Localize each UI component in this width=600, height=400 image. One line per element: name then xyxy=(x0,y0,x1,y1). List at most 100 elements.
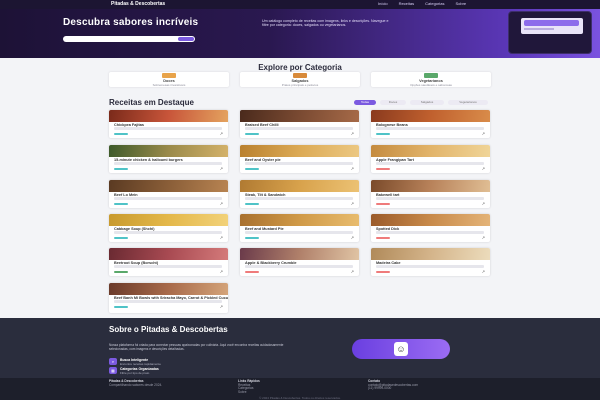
top-nav: Pitadas & Descobertas Início Receitas Ca… xyxy=(0,0,600,9)
recipe-category-tag xyxy=(114,203,128,205)
recipe-card[interactable]: Chickpea Fajitas ↗ xyxy=(109,110,228,138)
recipe-image xyxy=(371,145,490,157)
category-desc: Opções saudáveis e saborosas xyxy=(410,83,452,87)
recipe-description-placeholder xyxy=(114,162,222,165)
link-icon[interactable]: ↗ xyxy=(482,167,485,171)
link-icon[interactable]: ↗ xyxy=(351,132,354,136)
recipe-description-placeholder xyxy=(376,127,484,130)
nav-link-categorias[interactable]: Categorias xyxy=(425,1,444,6)
recipe-image xyxy=(109,248,228,260)
recipe-category-tag xyxy=(114,306,128,308)
recipe-image xyxy=(371,110,490,122)
recipe-description-placeholder xyxy=(114,265,222,268)
recipe-card[interactable]: Apple Frangipan Tart ↗ xyxy=(371,145,490,173)
search-button[interactable] xyxy=(178,37,194,41)
recipe-description-placeholder xyxy=(245,162,353,165)
recipe-image xyxy=(371,214,490,226)
recipe-card[interactable]: Bolognese Beans ↗ xyxy=(371,110,490,138)
footer-link[interactable]: Sobre xyxy=(238,390,260,395)
feature-desc: Encontre receitas rapidamente xyxy=(120,362,161,366)
category-icon xyxy=(162,73,176,78)
recipe-image xyxy=(109,283,228,295)
recipe-category-tag xyxy=(114,133,128,135)
recipe-description-placeholder xyxy=(376,197,484,200)
recipe-category-tag xyxy=(245,237,259,239)
link-icon[interactable]: ↗ xyxy=(351,270,354,274)
recipe-description-placeholder xyxy=(114,231,222,234)
link-icon[interactable]: ↗ xyxy=(482,270,485,274)
recipe-image xyxy=(109,180,228,192)
footer-phone: (11) 99999-0000 xyxy=(368,386,392,391)
link-icon[interactable]: ↗ xyxy=(482,132,485,136)
recipe-image xyxy=(240,214,359,226)
recipe-image xyxy=(371,180,490,192)
recipe-image xyxy=(109,110,228,122)
footer: Pitadas & Descobertas Compartilhando sab… xyxy=(0,378,600,400)
footer-col-links: Links Rápidos Receitas Categorias Sobre xyxy=(238,379,260,395)
recipe-category-tag xyxy=(376,271,390,273)
link-icon[interactable]: ↗ xyxy=(220,305,223,309)
recipe-card[interactable]: 15-minute chicken & halloumi burgers ↗ xyxy=(109,145,228,173)
filter-todas[interactable]: Todas xyxy=(354,100,376,105)
recipe-card[interactable]: Apple & Blackberry Crumble ↗ xyxy=(240,248,359,276)
nav-links: Início Receitas Categorias Sobre xyxy=(378,1,466,6)
recipe-description-placeholder xyxy=(114,127,222,130)
recipe-description-placeholder xyxy=(114,300,222,303)
link-icon[interactable]: ↗ xyxy=(220,236,223,240)
category-icon xyxy=(293,73,307,78)
link-icon[interactable]: ↗ xyxy=(351,167,354,171)
link-icon[interactable]: ↗ xyxy=(220,270,223,274)
link-icon[interactable]: ↗ xyxy=(482,202,485,206)
recipe-card[interactable]: Spotted Dick ↗ xyxy=(371,214,490,242)
link-icon[interactable]: ↗ xyxy=(482,236,485,240)
recipes-title: Receitas em Destaque xyxy=(109,98,194,107)
nav-link-sobre[interactable]: Sobre xyxy=(455,1,466,6)
recipe-image xyxy=(240,110,359,122)
recipe-category-tag xyxy=(376,203,390,205)
link-icon[interactable]: ↗ xyxy=(351,202,354,206)
recipe-description-placeholder xyxy=(376,265,484,268)
link-icon[interactable]: ↗ xyxy=(220,167,223,171)
search-input[interactable] xyxy=(63,36,195,42)
grid-icon: ▦ xyxy=(109,367,117,374)
filter-vegetarianos[interactable]: Vegetarianos xyxy=(448,100,488,105)
recipe-category-tag xyxy=(245,168,259,170)
recipe-description-placeholder xyxy=(376,162,484,165)
recipe-card[interactable]: Beef and Oyster pie ↗ xyxy=(240,145,359,173)
link-icon[interactable]: ↗ xyxy=(220,132,223,136)
copyright: © 2024 Pitadas & Descobertas. Todos os d… xyxy=(259,396,341,400)
recipe-card[interactable]: Madeira Cake ↗ xyxy=(371,248,490,276)
brand-logo[interactable]: Pitadas & Descobertas xyxy=(111,1,165,7)
filter-salgados[interactable]: Salgados xyxy=(410,100,444,105)
recipe-card[interactable]: Beef and Mustard Pie ↗ xyxy=(240,214,359,242)
recipe-card[interactable]: Bakewell tart ↗ xyxy=(371,180,490,208)
recipe-card[interactable]: Cabbage Soup (Shchi) ↗ xyxy=(109,214,228,242)
recipe-description-placeholder xyxy=(245,127,353,130)
nav-link-receitas[interactable]: Receitas xyxy=(399,1,415,6)
footer-brand-text: Compartilhando sabores desde 2024. xyxy=(109,382,163,387)
feature-smart-search: ⌕ Busca Inteligente Encontre receitas ra… xyxy=(109,358,259,366)
recipe-description-placeholder xyxy=(245,197,353,200)
hero-section: Descubra sabores incríveis Um catálogo c… xyxy=(0,9,600,58)
recipe-card[interactable]: Beetroot Soup (Borscht) ↗ xyxy=(109,248,228,276)
recipe-card[interactable]: Braised Beef Chilli ↗ xyxy=(240,110,359,138)
hero-preview-bar xyxy=(524,20,579,26)
feature-categories: ▦ Categorias Organizadas Filtre por tipo… xyxy=(109,367,259,375)
link-icon[interactable]: ↗ xyxy=(351,236,354,240)
category-icon xyxy=(424,73,438,78)
about-title: Sobre o Pitadas & Descobertas xyxy=(109,325,228,334)
feature-desc: Filtre por tipo de prato xyxy=(120,371,150,375)
recipe-card[interactable]: Beef Lo Mein ↗ xyxy=(109,180,228,208)
category-card-doces[interactable]: Doces Sobremesas irresistíveis xyxy=(109,72,229,87)
recipe-card[interactable]: Steak, Tilt & Sandwich ↗ xyxy=(240,180,359,208)
about-section: Sobre o Pitadas & Descobertas Nossa plat… xyxy=(0,318,600,378)
hero-preview-line xyxy=(524,28,554,30)
filter-doces[interactable]: Doces xyxy=(380,100,406,105)
recipe-card[interactable]: Beef Banh Mi Bowls with Sriracha Mayo, C… xyxy=(109,283,228,313)
category-desc: Sobremesas irresistíveis xyxy=(152,83,186,87)
nav-link-inicio[interactable]: Início xyxy=(378,1,388,6)
category-card-salgados[interactable]: Salgados Pratos principais e petiscos xyxy=(240,72,360,87)
recipe-image xyxy=(109,214,228,226)
link-icon[interactable]: ↗ xyxy=(220,202,223,206)
category-card-vegetarianos[interactable]: Vegetarianos Opções saudáveis e saborosas xyxy=(371,72,491,87)
